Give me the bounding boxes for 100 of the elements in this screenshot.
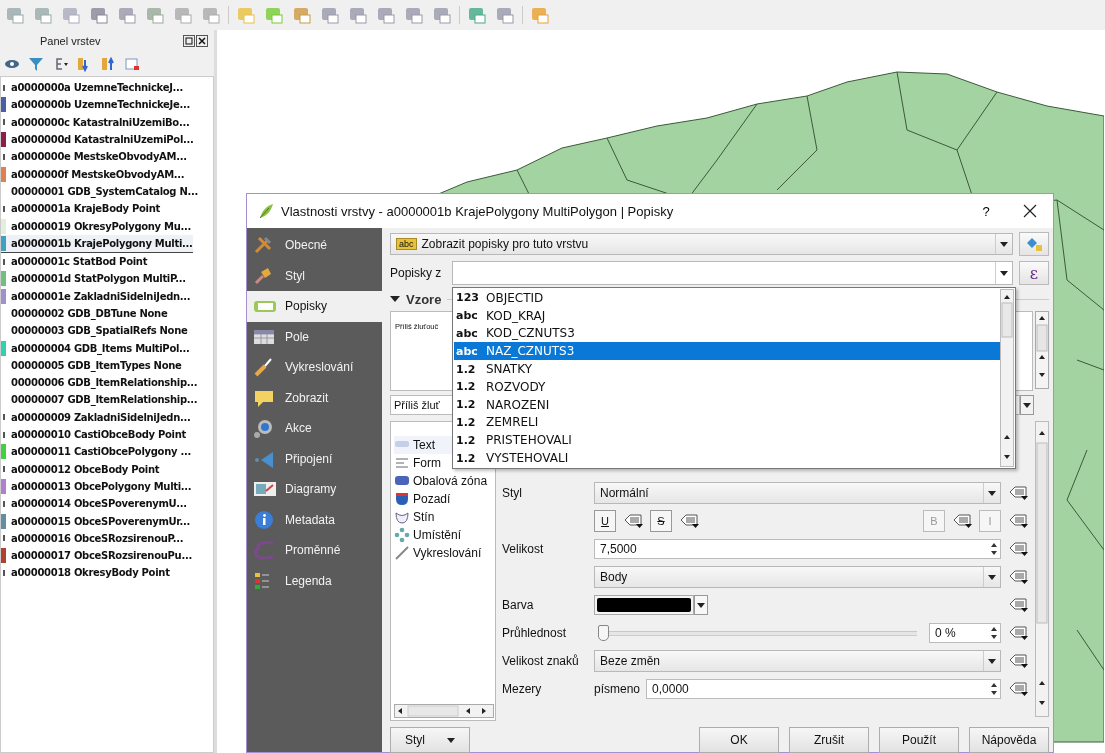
sidebar-item[interactable]: Popisky: [247, 291, 382, 322]
sidebar-item[interactable]: Akce: [247, 413, 382, 444]
layer-item[interactable]: a00000014 ObceSPoverenymU...: [1, 495, 187, 513]
toolbar-icon[interactable]: [88, 6, 110, 24]
layer-item[interactable]: a0000001b KrajePolygony Multi...: [1, 234, 193, 253]
sidebar-item[interactable]: Zobrazit: [247, 382, 382, 413]
field-option[interactable]: 1.2 ZEMRELI: [454, 413, 1000, 432]
horizontal-scrollbar-icon[interactable]: [394, 704, 494, 718]
sidebar-item[interactable]: Styl: [247, 260, 382, 291]
toolbar-icon[interactable]: [529, 6, 551, 24]
layer-item[interactable]: a00000012 ObceBody Point: [1, 460, 160, 478]
layer-item[interactable]: a00000011 CastiObcePolygony ...: [1, 443, 191, 461]
layer-item[interactable]: a00000019 OkresyPolygony Mu...: [1, 217, 191, 235]
toolbar-icon[interactable]: [172, 6, 194, 24]
expression-button[interactable]: ε: [1019, 261, 1049, 285]
filter-icon[interactable]: [28, 56, 44, 72]
layer-item[interactable]: a00000004 GDB_Items MultiPol...: [1, 339, 190, 357]
field-option[interactable]: 1.2 SNATKY: [454, 360, 1000, 378]
scrollbar-icon[interactable]: [1035, 311, 1049, 389]
collapse-icon[interactable]: [100, 56, 116, 72]
number-field[interactable]: 7,5000: [594, 539, 1001, 559]
dropdown[interactable]: Beze změn: [594, 650, 1001, 672]
layer-item[interactable]: a0000000d KatastralniUzemiPol...: [1, 130, 194, 149]
layer-item[interactable]: a0000001c StatBod Point: [1, 252, 148, 271]
layer-item[interactable]: 00000005 GDB_ItemTypes None: [1, 356, 182, 375]
sidebar-item[interactable]: Legenda: [247, 565, 382, 596]
layer-item[interactable]: 00000007 GDB_ItemRelationship...: [1, 391, 198, 409]
toolbar-icon[interactable]: [235, 6, 257, 24]
sidebar-item[interactable]: Proměnné: [247, 535, 382, 566]
toolbar-icon[interactable]: [403, 6, 425, 24]
field-option[interactable]: abc NAZ_CZNUTS3: [454, 342, 1000, 361]
data-defined-icon[interactable]: [1007, 541, 1029, 557]
dropdown-button[interactable]: [1020, 395, 1034, 415]
layer-item[interactable]: 00000001 GDB_SystemCatalog N...: [1, 182, 198, 201]
layer-item[interactable]: 00000003 GDB_SpatialRefs None: [1, 322, 188, 340]
field-option[interactable]: 1.2 NAROZENI: [454, 395, 1000, 414]
section-header[interactable]: Vzore: [390, 291, 442, 307]
slider-thumb[interactable]: [598, 625, 609, 641]
dropdown[interactable]: abc Zobrazit popisky pro tuto vrstvu: [390, 233, 1013, 255]
layer-item[interactable]: a0000000b UzemneTechnickeJe...: [1, 96, 190, 114]
data-defined-icon[interactable]: [1007, 513, 1029, 529]
scrollbar-icon[interactable]: [1000, 289, 1014, 467]
format-button[interactable]: S: [650, 510, 672, 532]
toolbar-icon[interactable]: [466, 6, 488, 24]
layer-item[interactable]: 00000006 GDB_ItemRelationship...: [1, 374, 198, 392]
layer-item[interactable]: a00000009 ZakladniSidelniJedn...: [1, 408, 191, 426]
dialog-button[interactable]: OK: [699, 727, 779, 753]
toolbar-icon[interactable]: [60, 6, 82, 24]
layer-item[interactable]: 00000002 GDB_DBTune None: [1, 304, 168, 323]
layer-item[interactable]: a00000017 ObceSRozsirenouPu...: [1, 547, 192, 565]
dropdown-button[interactable]: [694, 595, 708, 615]
toolbar-icon[interactable]: [200, 6, 222, 24]
layer-item[interactable]: a00000018 OkresyBody Point: [1, 564, 170, 582]
close-icon[interactable]: [196, 35, 208, 47]
data-defined-icon[interactable]: [1007, 569, 1029, 585]
section-item[interactable]: Umístění: [394, 526, 495, 544]
format-button[interactable]: U: [594, 510, 616, 532]
dropdown[interactable]: Normální: [594, 482, 1001, 504]
field-option[interactable]: 1.2 ROZVODY: [454, 378, 1000, 396]
layer-item[interactable]: a00000010 CastiObceBody Point: [1, 425, 186, 444]
layer-item[interactable]: a0000001d StatPolygon MultiP...: [1, 270, 186, 288]
dialog-button[interactable]: Nápověda: [969, 727, 1049, 753]
data-defined-icon[interactable]: [1007, 681, 1029, 697]
dialog-button[interactable]: Použít: [879, 727, 959, 753]
rule-button[interactable]: [1019, 232, 1049, 256]
toolbar-icon[interactable]: [319, 6, 341, 24]
layer-item[interactable]: a0000000c KatastralniUzemiBo...: [1, 113, 190, 131]
dropdown[interactable]: Body: [594, 566, 1001, 588]
scrollbar-icon[interactable]: [1035, 421, 1049, 717]
sidebar-item[interactable]: Obecné: [247, 230, 382, 261]
data-defined-icon[interactable]: [622, 513, 644, 529]
layer-item[interactable]: a00000015 ObceSPoverenymUr...: [1, 512, 191, 530]
field-option[interactable]: abc KOD_KRAJ: [454, 306, 1000, 325]
data-defined-icon[interactable]: [1007, 597, 1029, 613]
sidebar-item[interactable]: Diagramy: [247, 474, 382, 505]
field-dropdown[interactable]: [452, 261, 1013, 285]
layer-item[interactable]: a0000000a UzemneTechnickeJ...: [1, 79, 184, 97]
data-defined-icon[interactable]: [678, 513, 700, 529]
toolbar-icon[interactable]: [494, 6, 516, 24]
data-defined-icon[interactable]: [951, 513, 973, 529]
toolbar-icon[interactable]: [291, 6, 313, 24]
number-field[interactable]: 0,0000: [646, 679, 1001, 699]
layer-item[interactable]: a00000013 ObcePolygony Multi...: [1, 477, 192, 496]
data-defined-icon[interactable]: [1007, 653, 1029, 669]
section-item[interactable]: Obalová zóna: [394, 472, 495, 490]
toolbar-icon[interactable]: [347, 6, 369, 24]
sidebar-item[interactable]: Připojení: [247, 443, 382, 474]
field-option[interactable]: 123 OBJECTID: [454, 289, 1000, 307]
layer-item[interactable]: a0000000f MestskeObvodyAM...: [1, 165, 185, 183]
sidebar-item[interactable]: Vykreslování: [247, 352, 382, 383]
toolbar-icon[interactable]: [116, 6, 138, 24]
section-item[interactable]: Vykreslování: [394, 544, 495, 562]
dialog-button[interactable]: Zrušit: [789, 727, 869, 753]
toolbar-icon[interactable]: [431, 6, 453, 24]
style-menu-button[interactable]: Styl: [390, 727, 470, 753]
toolbar-icon[interactable]: [144, 6, 166, 24]
number-field[interactable]: 0 %: [929, 623, 1001, 643]
toolbar-icon[interactable]: [263, 6, 285, 24]
sidebar-item[interactable]: Metadata: [247, 504, 382, 535]
remove-layer-icon[interactable]: [124, 56, 140, 72]
